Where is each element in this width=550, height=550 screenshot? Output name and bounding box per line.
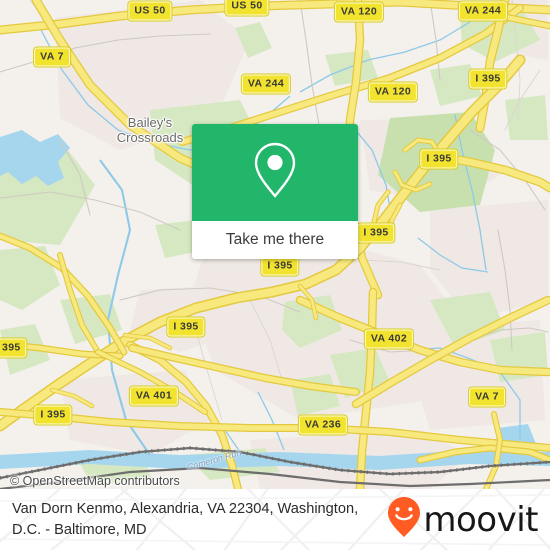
take-me-there-button[interactable]: Take me there — [192, 221, 358, 259]
road-shield: VA 244 — [458, 1, 508, 21]
footer-bar: Van Dorn Kenmo, Alexandria, VA 22304, Wa… — [0, 489, 550, 550]
moovit-wordmark: moovit — [423, 499, 538, 540]
road-shield: VA 402 — [364, 329, 414, 349]
road-shield: VA 120 — [368, 82, 418, 102]
road-shield: VA 120 — [334, 2, 384, 22]
road-shield: I 395 — [420, 149, 458, 169]
road-shield: I 395 — [261, 256, 299, 276]
location-popup-card[interactable]: Take me there — [192, 124, 358, 259]
road-shield: I 395 — [167, 317, 205, 337]
road-shield: VA 7 — [469, 387, 505, 407]
moovit-location-card: .land{fill:#f4f1ec} .resid{fill:#efe8e4}… — [0, 0, 550, 550]
road-shield: I 395 — [0, 338, 27, 358]
place-label: Bailey's Crossroads — [116, 115, 184, 145]
map-pin-icon — [253, 141, 297, 204]
road-shield: US 50 — [128, 1, 172, 21]
road-shield: I 395 — [469, 69, 507, 89]
map-viewport[interactable]: .land{fill:#f4f1ec} .resid{fill:#efe8e4}… — [0, 0, 550, 489]
popup-card-header — [192, 124, 358, 221]
road-shield: I 395 — [34, 405, 72, 425]
footer-content: Van Dorn Kenmo, Alexandria, VA 22304, Wa… — [0, 489, 550, 550]
take-me-there-label: Take me there — [225, 231, 325, 248]
road-shield: VA 236 — [298, 415, 348, 435]
road-shield: I 395 — [357, 223, 395, 243]
osm-attribution[interactable]: © OpenStreetMap contributors — [10, 474, 180, 488]
road-shield: US 50 — [225, 0, 269, 16]
road-shield: VA 7 — [34, 47, 70, 67]
location-title: Van Dorn Kenmo, Alexandria, VA 22304, Wa… — [12, 500, 359, 538]
moovit-smiley-pin-icon — [387, 496, 421, 543]
moovit-logo[interactable]: moovit — [387, 496, 538, 543]
road-shield: VA 401 — [129, 386, 179, 406]
road-shield: VA 244 — [241, 74, 291, 94]
